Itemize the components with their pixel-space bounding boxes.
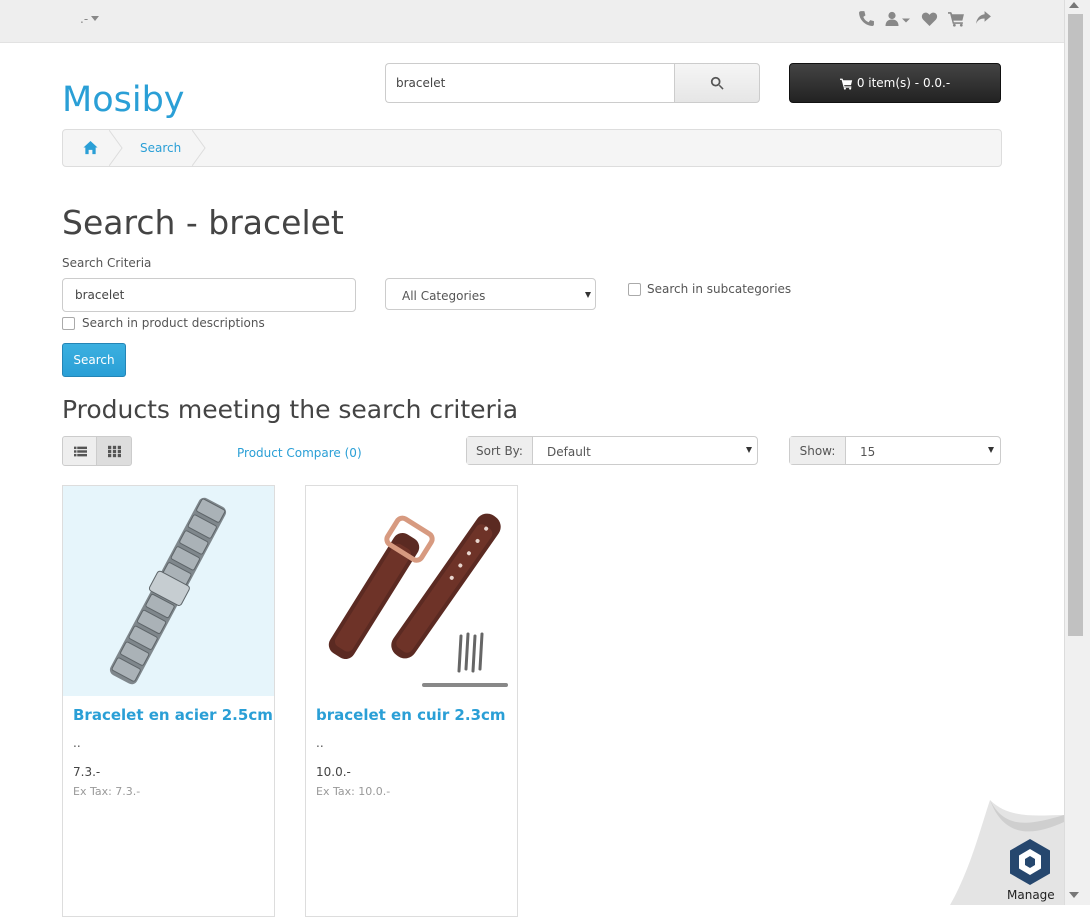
show-label: Show: xyxy=(790,437,846,464)
search-icon xyxy=(710,76,724,90)
heart-icon[interactable] xyxy=(921,10,938,27)
top-links xyxy=(858,10,992,27)
breadcrumb: Search xyxy=(62,129,1002,167)
category-selected: All Categories xyxy=(402,289,486,303)
header-search-button[interactable] xyxy=(674,63,760,103)
product-description: .. xyxy=(73,736,81,750)
chevron-down-icon xyxy=(746,447,752,453)
search-button[interactable]: Search xyxy=(62,343,126,377)
home-icon[interactable] xyxy=(83,140,98,155)
chevron-down-icon xyxy=(988,447,994,453)
top-bar: .- xyxy=(0,0,1064,43)
subcategories-checkbox[interactable] xyxy=(628,283,641,296)
view-toggle xyxy=(62,436,132,466)
results-title: Products meeting the search criteria xyxy=(62,395,519,424)
product-price: 10.0.- xyxy=(316,765,351,779)
grid-icon xyxy=(107,445,121,457)
user-icon[interactable] xyxy=(885,10,911,27)
show-select[interactable]: 15 xyxy=(846,437,1000,464)
subcategories-label: Search in subcategories xyxy=(647,282,792,296)
chevron-down-icon xyxy=(585,292,591,298)
grid-view-button[interactable] xyxy=(96,436,132,466)
sort-value: Default xyxy=(547,445,591,459)
product-card: Bracelet en acier 2.5cm .. 7.3.- Ex Tax:… xyxy=(62,485,275,917)
currency-label: .- xyxy=(80,12,89,26)
breadcrumb-item-search[interactable]: Search xyxy=(140,141,181,155)
product-price: 7.3.- xyxy=(73,765,101,779)
scroll-up-icon[interactable] xyxy=(1069,2,1079,8)
product-name-link[interactable]: bracelet en cuir 2.3cm xyxy=(316,706,506,724)
cart-button[interactable]: 0 item(s) - 0.0.- xyxy=(789,63,1001,103)
show-value: 15 xyxy=(860,445,876,459)
search-criteria-label: Search Criteria xyxy=(62,256,152,270)
manage-label[interactable]: Manage xyxy=(1007,888,1055,902)
descriptions-checkbox[interactable] xyxy=(62,317,75,330)
phone-icon[interactable] xyxy=(858,10,875,27)
cart-label: 0 item(s) - 0.0.- xyxy=(856,76,951,90)
currency-dropdown[interactable]: .- xyxy=(80,12,100,26)
product-card: bracelet en cuir 2.3cm .. 10.0.- Ex Tax:… xyxy=(305,485,518,917)
product-image-steel-bracelet[interactable] xyxy=(63,486,274,696)
header-search xyxy=(385,63,760,103)
show-control: Show: 15 xyxy=(789,436,1001,465)
product-tax: Ex Tax: 10.0.- xyxy=(316,785,391,798)
sort-label: Sort By: xyxy=(467,437,533,464)
keyword-input[interactable] xyxy=(62,278,356,312)
breadcrumb-separator xyxy=(192,130,206,166)
product-name-link[interactable]: Bracelet en acier 2.5cm xyxy=(73,706,273,724)
product-tax: Ex Tax: 7.3.- xyxy=(73,785,141,798)
product-compare-link[interactable]: Product Compare (0) xyxy=(237,446,362,460)
share-icon[interactable] xyxy=(975,10,992,27)
scrollbar[interactable] xyxy=(1064,0,1090,905)
chevron-down-icon xyxy=(91,16,100,21)
product-description: .. xyxy=(316,736,324,750)
cart-icon xyxy=(839,78,852,90)
product-image-leather-bracelet[interactable] xyxy=(306,486,517,696)
page-title: Search - bracelet xyxy=(62,203,344,242)
breadcrumb-separator xyxy=(109,130,123,166)
sort-control: Sort By: Default xyxy=(466,436,758,465)
header-search-input[interactable] xyxy=(385,63,686,103)
sort-select[interactable]: Default xyxy=(533,437,757,464)
category-select[interactable]: All Categories xyxy=(385,278,596,310)
list-icon xyxy=(73,446,87,456)
descriptions-label: Search in product descriptions xyxy=(82,316,265,330)
site-logo[interactable]: Mosiby xyxy=(62,80,185,120)
list-view-button[interactable] xyxy=(62,436,98,466)
cart-icon[interactable] xyxy=(948,10,965,27)
scroll-thumb[interactable] xyxy=(1068,14,1083,636)
scroll-down-icon[interactable] xyxy=(1069,892,1079,898)
